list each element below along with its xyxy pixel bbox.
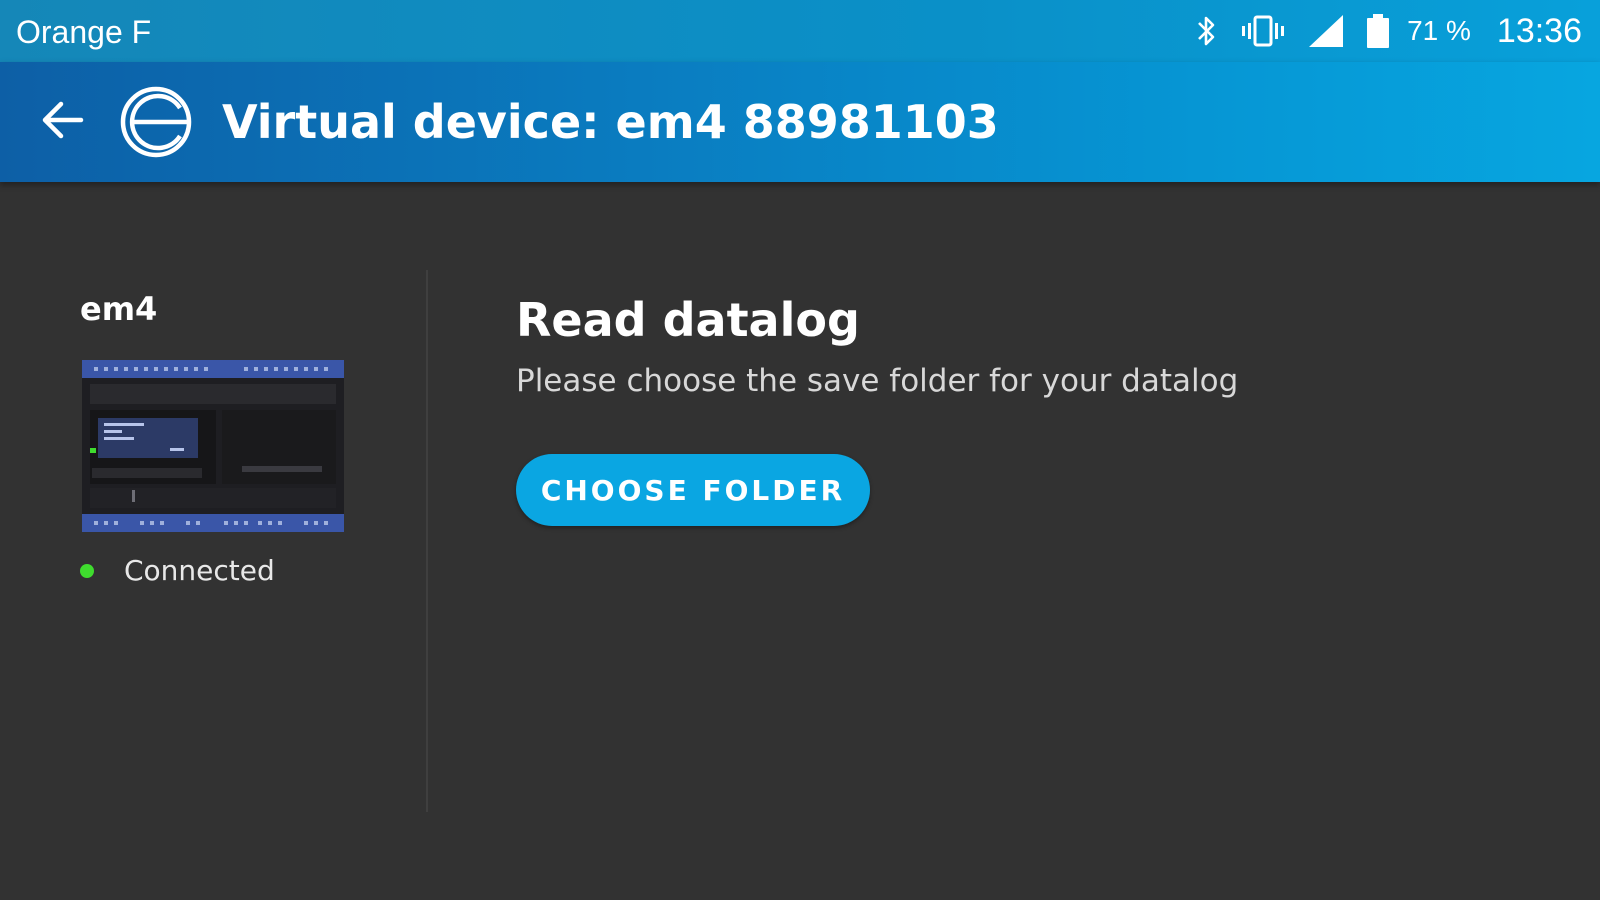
- bluetooth-icon: [1193, 13, 1219, 49]
- connection-status: Connected: [80, 554, 275, 587]
- section-title: Read datalog: [516, 293, 860, 347]
- signal-icon: [1307, 13, 1345, 49]
- app-screen: Orange F 71 % 13:36 Virtual device: em4 …: [0, 0, 1600, 900]
- status-bar: Orange F 71 % 13:36: [0, 0, 1600, 62]
- clock: 13:36: [1496, 11, 1582, 50]
- back-button[interactable]: [36, 96, 88, 148]
- app-bar: Virtual device: em4 88981103: [0, 62, 1600, 182]
- carrier-name: Orange F: [16, 14, 152, 50]
- arrow-left-icon: [39, 100, 85, 144]
- connection-status-text: Connected: [124, 554, 275, 587]
- battery-percent: 71 %: [1407, 15, 1471, 46]
- vibrate-icon: [1239, 13, 1287, 49]
- device-image: [82, 360, 344, 532]
- device-name: em4: [80, 290, 158, 328]
- device-panel: em4 Connected: [0, 182, 426, 900]
- battery-icon: [1365, 12, 1391, 50]
- panel-divider: [426, 270, 428, 812]
- choose-folder-button[interactable]: CHOOSE FOLDER: [516, 454, 870, 526]
- status-dot: [80, 563, 94, 578]
- app-logo-icon: [118, 84, 194, 160]
- section-description: Please choose the save folder for your d…: [516, 363, 1239, 399]
- datalog-section: Read datalog Please choose the save fold…: [516, 290, 1516, 526]
- page-title: Virtual device: em4 88981103: [222, 95, 999, 149]
- status-icons: 71 % 13:36: [1173, 8, 1582, 54]
